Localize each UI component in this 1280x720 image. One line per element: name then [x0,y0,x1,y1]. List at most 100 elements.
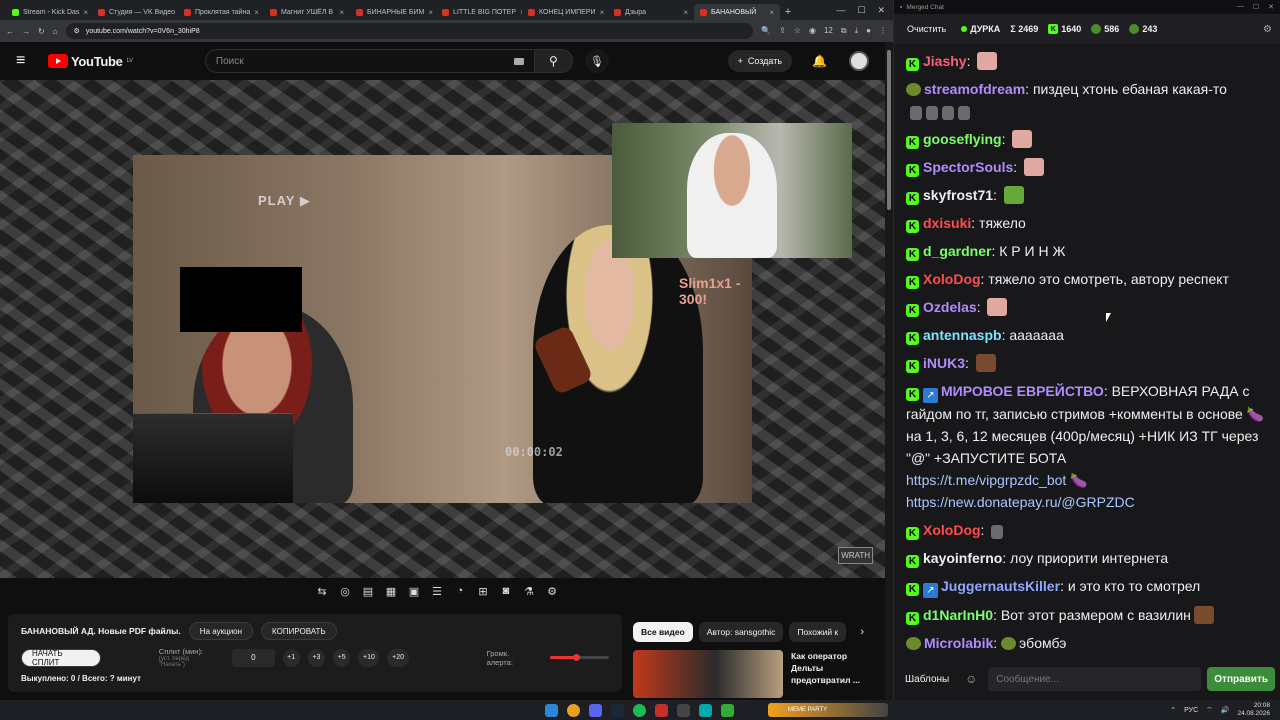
close-icon[interactable]: ✕ [877,5,885,16]
reload-icon[interactable]: ↻ [38,27,45,36]
chat-settings-gear-icon[interactable]: ⚙ [1263,24,1272,35]
browser-tab[interactable]: Stream - Kick Das × [6,4,92,20]
profile-icon[interactable]: ● [866,26,871,36]
address-field[interactable]: ⚙ youtube.com/watch?v=0V6n_30hiP8 [65,23,754,39]
recommended-thumbnail[interactable] [633,650,783,698]
speed-icon[interactable]: ◔ [453,585,467,605]
emoji-icon[interactable]: ☺ [960,672,982,686]
create-button[interactable]: + Создать [727,50,793,72]
browser-tab[interactable]: Студия — VK Видео× [92,4,178,20]
increment-button[interactable]: +1 [282,648,300,667]
page-scrollbar[interactable] [885,42,893,700]
new-tab-button[interactable]: + [780,6,796,18]
chat-username[interactable]: gooseflying [923,131,1002,147]
settings-gear-icon[interactable]: ⚙ [545,585,559,605]
playlist-icon[interactable]: ▤ [361,585,375,605]
recommended-video[interactable]: Как оператор Дельты предотвратил ... [633,650,871,698]
app-icon[interactable] [699,703,712,717]
tab-close-icon[interactable]: × [428,8,433,17]
split-minutes-input[interactable]: 0 [232,648,275,667]
increment-button[interactable]: +20 [387,648,409,667]
windows-start-icon[interactable] [545,703,558,717]
browser-tab[interactable]: Магнит УШЁЛ В × [264,4,350,20]
discord-icon[interactable] [589,703,602,717]
browser-tab[interactable]: КОНЕЦ ИМПЕРИ × [522,4,608,20]
media-widget[interactable]: MEME PARTY [768,703,888,717]
chip-author[interactable]: Автор: sansgothic [698,622,784,642]
recommended-title[interactable]: Как оператор Дельты предотвратил ... [791,650,871,698]
search-button[interactable]: ⚲ [534,49,573,73]
increment-button[interactable]: +5 [333,648,351,667]
send-button[interactable]: Отправить [1207,667,1275,691]
picture-in-picture-icon[interactable]: ▣ [407,585,421,605]
templates-button[interactable]: Шаблоны [900,674,954,685]
chat-username[interactable]: kayoinferno [923,550,1002,566]
loop-icon[interactable]: ⇆ [315,585,329,605]
screenshot-icon[interactable]: ◙ [499,585,513,605]
chat-username[interactable]: XoloDog [923,522,981,538]
alert-volume-knob[interactable] [573,654,581,661]
add-icon[interactable]: ⊞ [476,585,490,605]
clapperboard-icon[interactable]: ▦ [384,585,398,605]
download-icon[interactable]: ⤓ [855,26,859,36]
network-icon[interactable]: ⌔ [1206,706,1213,715]
youtube-logo[interactable]: YouTube LV [48,54,133,69]
chrome-icon[interactable] [567,703,580,717]
alert-volume-slider[interactable] [549,654,610,661]
browser-tab[interactable]: Дзыра × [608,4,694,20]
chat-username[interactable]: JuggernautsKiller [941,578,1060,594]
home-icon[interactable]: ⌂ [53,27,58,36]
extension-badge[interactable]: 12 [824,26,833,36]
video-player[interactable]: PLAY ▶ 00:00:02 Slim1x1 - 300! WRATH [0,80,885,578]
chat-username[interactable]: Jiashy [923,53,967,69]
keyboard-icon[interactable] [513,57,524,65]
volume-icon[interactable]: 🔊 [1221,706,1230,714]
hamburger-menu-icon[interactable]: ≡ [16,52,36,70]
start-split-button[interactable]: НАЧАТЬ СПЛИТ [21,648,101,667]
browser-tab[interactable]: БАНАНОВЫЙ × [694,4,780,20]
chat-link[interactable]: https://t.me/vipgrpzdc_bot 🍆 [906,469,1269,491]
voice-search-button[interactable]: 🎙 [584,49,609,73]
minimize-icon[interactable]: — [1237,3,1244,11]
chat-username[interactable]: МИРОВОЕ ЕВРЕЙСТВО [941,383,1104,399]
chat-username[interactable]: Microlabik [924,635,993,651]
tab-close-icon[interactable]: × [683,8,688,17]
minimize-icon[interactable]: — [836,5,845,16]
bookmark-star-icon[interactable]: ☆ [794,26,801,36]
extension-icon[interactable]: ◉ [809,26,816,36]
avatar[interactable] [849,51,869,71]
maximize-icon[interactable]: ☐ [1253,3,1259,11]
captions-icon[interactable]: ☰ [430,585,444,605]
chat-username[interactable]: d_gardner [923,243,991,259]
clock[interactable]: 20:08 24.08.2026 [1237,702,1270,718]
tray-arrow-icon[interactable]: ⌃ [1170,706,1176,714]
app-icon[interactable] [677,703,690,717]
puzzle-icon[interactable]: ⧉ [841,26,847,36]
chat-username[interactable]: d1NarInH0 [923,607,993,623]
chat-username[interactable]: antennaspb [923,327,1002,343]
chat-username[interactable]: dxisuki [923,215,971,231]
language-indicator[interactable]: РУС [1184,707,1198,714]
browser-tab[interactable]: БИНАРНЫЕ БИМ × [350,4,436,20]
chat-username[interactable]: skyfrost71 [923,187,993,203]
tab-close-icon[interactable]: × [769,8,774,17]
increment-button[interactable]: +3 [307,648,326,667]
tab-close-icon[interactable]: × [600,8,605,17]
tab-close-icon[interactable]: × [83,8,88,17]
broadcast-icon[interactable]: ◎ [338,585,352,605]
share-icon[interactable]: ⇪ [779,26,786,36]
chip-similar[interactable]: Похожий к [789,622,847,642]
notifications-bell-icon[interactable]: 🔔 [812,54,827,68]
chat-message-input[interactable]: Сообщение... [988,667,1202,691]
chip-all-videos[interactable]: Все видео [633,622,693,642]
app-icon[interactable] [655,703,668,717]
menu-dots-icon[interactable]: ⋮ [879,26,887,36]
flask-icon[interactable]: ⚗ [522,585,536,605]
steam-icon[interactable] [611,703,624,717]
maximize-icon[interactable]: ☐ [857,5,865,16]
clear-chat-button[interactable]: Очистить [902,19,951,39]
scrollbar-thumb[interactable] [887,50,891,210]
back-icon[interactable]: ← [6,27,14,36]
copy-button[interactable]: КОПИРОВАТЬ [261,622,337,640]
tab-close-icon[interactable]: × [339,8,344,17]
